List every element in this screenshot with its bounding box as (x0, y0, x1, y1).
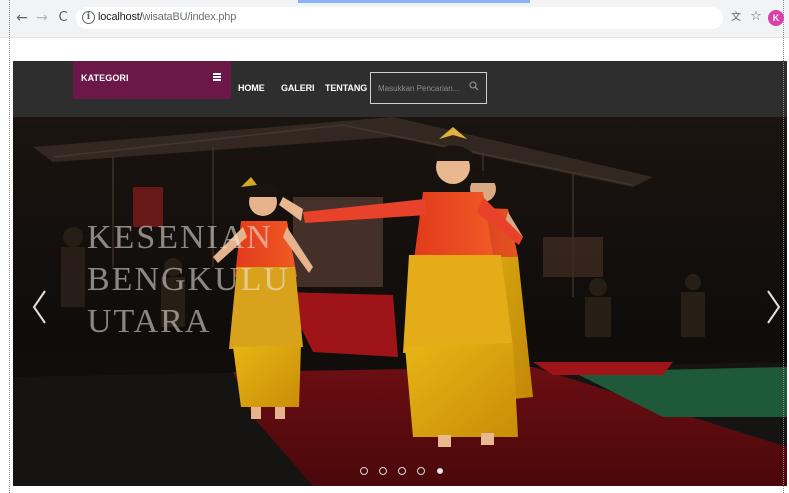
search-input[interactable] (378, 81, 466, 95)
search-icon[interactable] (469, 81, 479, 91)
nav-link-galeri[interactable]: GALERI (281, 83, 315, 93)
slide-caption: KESENIAN BENGKULU UTARA (87, 217, 327, 343)
url-path: wisataBU/index.php (142, 11, 237, 23)
chevron-left-icon[interactable] (30, 287, 50, 327)
carousel-indicator[interactable] (417, 467, 425, 475)
nav-link-home[interactable]: HOME (238, 83, 265, 93)
hamburger-menu-icon[interactable] (213, 73, 221, 81)
reload-icon[interactable]: C (55, 10, 71, 26)
url-text[interactable]: localhost/wisataBU/index.php (98, 11, 236, 23)
category-menu-button[interactable]: KATEGORI (73, 61, 231, 99)
carousel-indicator[interactable] (437, 468, 443, 474)
caption-line-3: UTARA (87, 303, 212, 340)
hero-carousel: KESENIAN BENGKULU UTARA (13, 117, 787, 486)
site-info-icon[interactable]: i (82, 11, 95, 24)
caption-line-1: KESENIAN (87, 219, 273, 256)
tab-accent-line (298, 0, 530, 3)
category-label: KATEGORI (81, 73, 129, 83)
forward-arrow-icon[interactable]: → (34, 10, 50, 26)
profile-avatar[interactable]: K (768, 10, 784, 26)
search-box (370, 72, 487, 104)
url-host: localhost/ (98, 11, 143, 23)
carousel-indicators (360, 467, 460, 479)
carousel-indicator[interactable] (379, 467, 387, 475)
carousel-indicator[interactable] (398, 467, 406, 475)
chevron-right-icon[interactable] (763, 287, 783, 327)
browser-toolbar: ← → C i localhost/wisataBU/index.php 文 ☆… (0, 0, 789, 38)
back-arrow-icon[interactable]: ← (14, 10, 30, 26)
site-navbar: KATEGORI HOME GALERI TENTANG (13, 61, 787, 117)
bookmark-star-icon[interactable]: ☆ (749, 10, 763, 24)
caption-line-2: BENGKULU (87, 261, 290, 298)
translate-icon[interactable]: 文 (730, 12, 742, 23)
nav-link-tentang[interactable]: TENTANG (325, 83, 367, 93)
carousel-indicator[interactable] (360, 467, 368, 475)
address-bar[interactable]: i localhost/wisataBU/index.php (76, 7, 723, 29)
